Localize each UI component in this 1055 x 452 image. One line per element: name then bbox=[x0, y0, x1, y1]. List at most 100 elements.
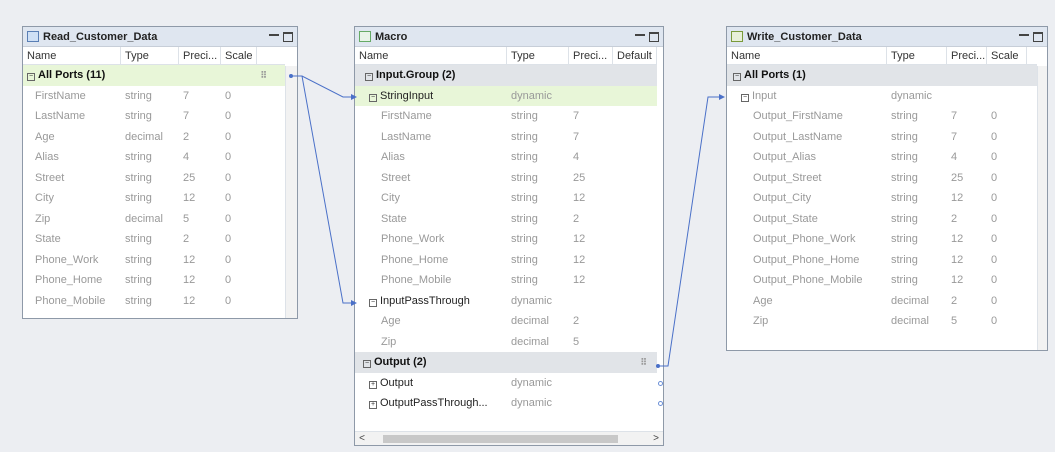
table-row[interactable]: Street string 25 bbox=[355, 168, 657, 189]
table-row[interactable]: Phone_Work string 12 0 bbox=[23, 250, 293, 271]
col-precision[interactable]: Preci... bbox=[179, 47, 221, 64]
expand-icon[interactable]: + bbox=[369, 380, 377, 389]
port-scale: 0 bbox=[225, 212, 232, 225]
port-scale: 0 bbox=[991, 294, 998, 307]
table-row[interactable]: Alias string 4 bbox=[355, 147, 657, 168]
col-precision[interactable]: Preci... bbox=[947, 47, 987, 64]
collapse-icon[interactable]: − bbox=[369, 93, 377, 102]
read-panel-header[interactable]: Read_Customer_Data bbox=[23, 27, 297, 47]
table-row[interactable]: Age decimal 2 bbox=[355, 311, 657, 332]
scroll-left-icon[interactable]: < bbox=[355, 433, 369, 444]
table-row[interactable]: Output_Alias string 4 0 bbox=[727, 147, 1037, 168]
table-row[interactable]: City string 12 0 bbox=[23, 188, 293, 209]
collapse-icon[interactable]: − bbox=[365, 73, 373, 82]
table-row[interactable]: Phone_Home string 12 bbox=[355, 250, 657, 271]
table-row[interactable]: Zip decimal 5 0 bbox=[727, 311, 1037, 332]
col-scale[interactable]: Scale bbox=[987, 47, 1027, 64]
expand-icon[interactable]: + bbox=[369, 401, 377, 410]
read-vertical-scrollbar[interactable] bbox=[285, 66, 297, 318]
input-group-row[interactable]: − Input.Group (2) bbox=[355, 65, 657, 86]
table-row[interactable]: State string 2 0 bbox=[23, 229, 293, 250]
table-row[interactable]: Phone_Mobile string 12 0 bbox=[23, 291, 293, 312]
write-rows: − All Ports (1) − Input dynamic Output_FirstN… bbox=[727, 65, 1037, 332]
table-row[interactable]: + Output dynamic bbox=[355, 373, 663, 394]
maximize-icon[interactable] bbox=[283, 31, 293, 42]
port-name: City bbox=[381, 192, 400, 205]
table-row[interactable]: LastName string 7 0 bbox=[23, 106, 293, 127]
col-type[interactable]: Type bbox=[887, 47, 947, 64]
output-port-icon[interactable] bbox=[658, 380, 663, 386]
port-type: string bbox=[891, 110, 918, 123]
col-type[interactable]: Type bbox=[121, 47, 179, 64]
port-name: LastName bbox=[381, 130, 432, 143]
collapse-icon[interactable]: − bbox=[733, 73, 741, 82]
table-row[interactable]: Phone_Mobile string 12 bbox=[355, 270, 657, 291]
col-precision[interactable]: Preci... bbox=[569, 47, 613, 64]
output-group-row[interactable]: − Output (2) ⠿ bbox=[355, 352, 657, 373]
table-row[interactable]: Output_City string 12 0 bbox=[727, 188, 1037, 209]
port-name: Output (2) bbox=[374, 356, 427, 369]
port-type: string bbox=[511, 110, 538, 123]
maximize-icon[interactable] bbox=[1033, 31, 1043, 42]
table-row[interactable]: Age decimal 2 0 bbox=[23, 127, 293, 148]
table-row[interactable]: Phone_Work string 12 bbox=[355, 229, 657, 250]
table-row[interactable]: + OutputPassThrough... dynamic bbox=[355, 393, 663, 414]
collapse-icon[interactable]: − bbox=[27, 73, 35, 82]
output-port-icon[interactable] bbox=[658, 401, 663, 406]
read-group-all-ports[interactable]: − All Ports (11) ⠿ bbox=[23, 65, 285, 86]
table-row[interactable]: Zip decimal 5 bbox=[355, 332, 657, 353]
table-row[interactable]: Age decimal 2 0 bbox=[727, 291, 1037, 312]
minimize-icon[interactable] bbox=[1019, 33, 1029, 42]
macro-panel-header[interactable]: Macro bbox=[355, 27, 663, 47]
write-customer-data-panel[interactable]: Write_Customer_Data Name Type Preci... S… bbox=[726, 26, 1048, 351]
collapse-icon[interactable]: − bbox=[741, 93, 749, 102]
macro-panel[interactable]: Macro Name Type Preci... Default − Input.… bbox=[354, 26, 664, 446]
write-vertical-scrollbar[interactable] bbox=[1037, 66, 1047, 350]
table-row[interactable]: Phone_Home string 12 0 bbox=[23, 270, 293, 291]
scroll-right-icon[interactable]: > bbox=[649, 433, 663, 444]
read-customer-data-panel[interactable]: Read_Customer_Data Name Type Preci... Sc… bbox=[22, 26, 298, 319]
table-row[interactable]: Output_FirstName string 7 0 bbox=[727, 106, 1037, 127]
col-type[interactable]: Type bbox=[507, 47, 569, 64]
col-scale[interactable]: Scale bbox=[221, 47, 257, 64]
port-precision: 2 bbox=[573, 315, 580, 328]
drag-handle-icon[interactable]: ⠿ bbox=[640, 357, 647, 368]
table-row[interactable]: State string 2 bbox=[355, 209, 657, 230]
col-name[interactable]: Name bbox=[727, 47, 887, 64]
minimize-icon[interactable] bbox=[635, 33, 645, 42]
col-name[interactable]: Name bbox=[23, 47, 121, 64]
table-row[interactable]: Output_State string 2 0 bbox=[727, 209, 1037, 230]
input-passthrough-row[interactable]: − InputPassThrough dynamic bbox=[355, 291, 657, 312]
write-group-all-ports[interactable]: − All Ports (1) bbox=[727, 65, 1037, 86]
table-row[interactable]: Alias string 4 0 bbox=[23, 147, 293, 168]
scroll-thumb[interactable] bbox=[383, 434, 618, 443]
maximize-icon[interactable] bbox=[649, 31, 659, 42]
table-row[interactable]: Output_LastName string 7 0 bbox=[727, 127, 1037, 148]
table-row[interactable]: Zip decimal 5 0 bbox=[23, 209, 293, 230]
table-row[interactable]: FirstName string 7 0 bbox=[23, 86, 293, 107]
col-default[interactable]: Default bbox=[613, 47, 657, 64]
table-row[interactable]: Output_Phone_Work string 12 0 bbox=[727, 229, 1037, 250]
table-row[interactable]: LastName string 7 bbox=[355, 127, 657, 148]
string-input-row[interactable]: − StringInput dynamic bbox=[355, 85, 657, 106]
table-row[interactable]: Output_Phone_Mobile string 12 0 bbox=[727, 270, 1037, 291]
port-precision: 5 bbox=[573, 335, 580, 348]
write-panel-header[interactable]: Write_Customer_Data bbox=[727, 27, 1047, 47]
table-row[interactable]: City string 12 bbox=[355, 188, 657, 209]
drag-handle-icon[interactable]: ⠿ bbox=[260, 70, 267, 81]
collapse-icon[interactable]: − bbox=[369, 298, 377, 307]
minimize-icon[interactable] bbox=[269, 33, 279, 42]
port-type: string bbox=[511, 274, 538, 287]
table-row[interactable]: Output_Phone_Home string 12 0 bbox=[727, 250, 1037, 271]
table-row[interactable]: FirstName string 7 bbox=[355, 106, 657, 127]
mapping-canvas[interactable]: Read_Customer_Data Name Type Preci... Sc… bbox=[0, 0, 1055, 452]
table-row[interactable]: Street string 25 0 bbox=[23, 168, 293, 189]
macro-horizontal-scrollbar[interactable]: < > bbox=[355, 431, 663, 445]
port-precision: 25 bbox=[951, 171, 964, 184]
port-scale: 0 bbox=[225, 130, 232, 143]
write-input-row[interactable]: − Input dynamic bbox=[727, 86, 1037, 107]
port-scale: 0 bbox=[225, 294, 232, 307]
table-row[interactable]: Output_Street string 25 0 bbox=[727, 168, 1037, 189]
col-name[interactable]: Name bbox=[355, 47, 507, 64]
collapse-icon[interactable]: − bbox=[363, 360, 371, 369]
